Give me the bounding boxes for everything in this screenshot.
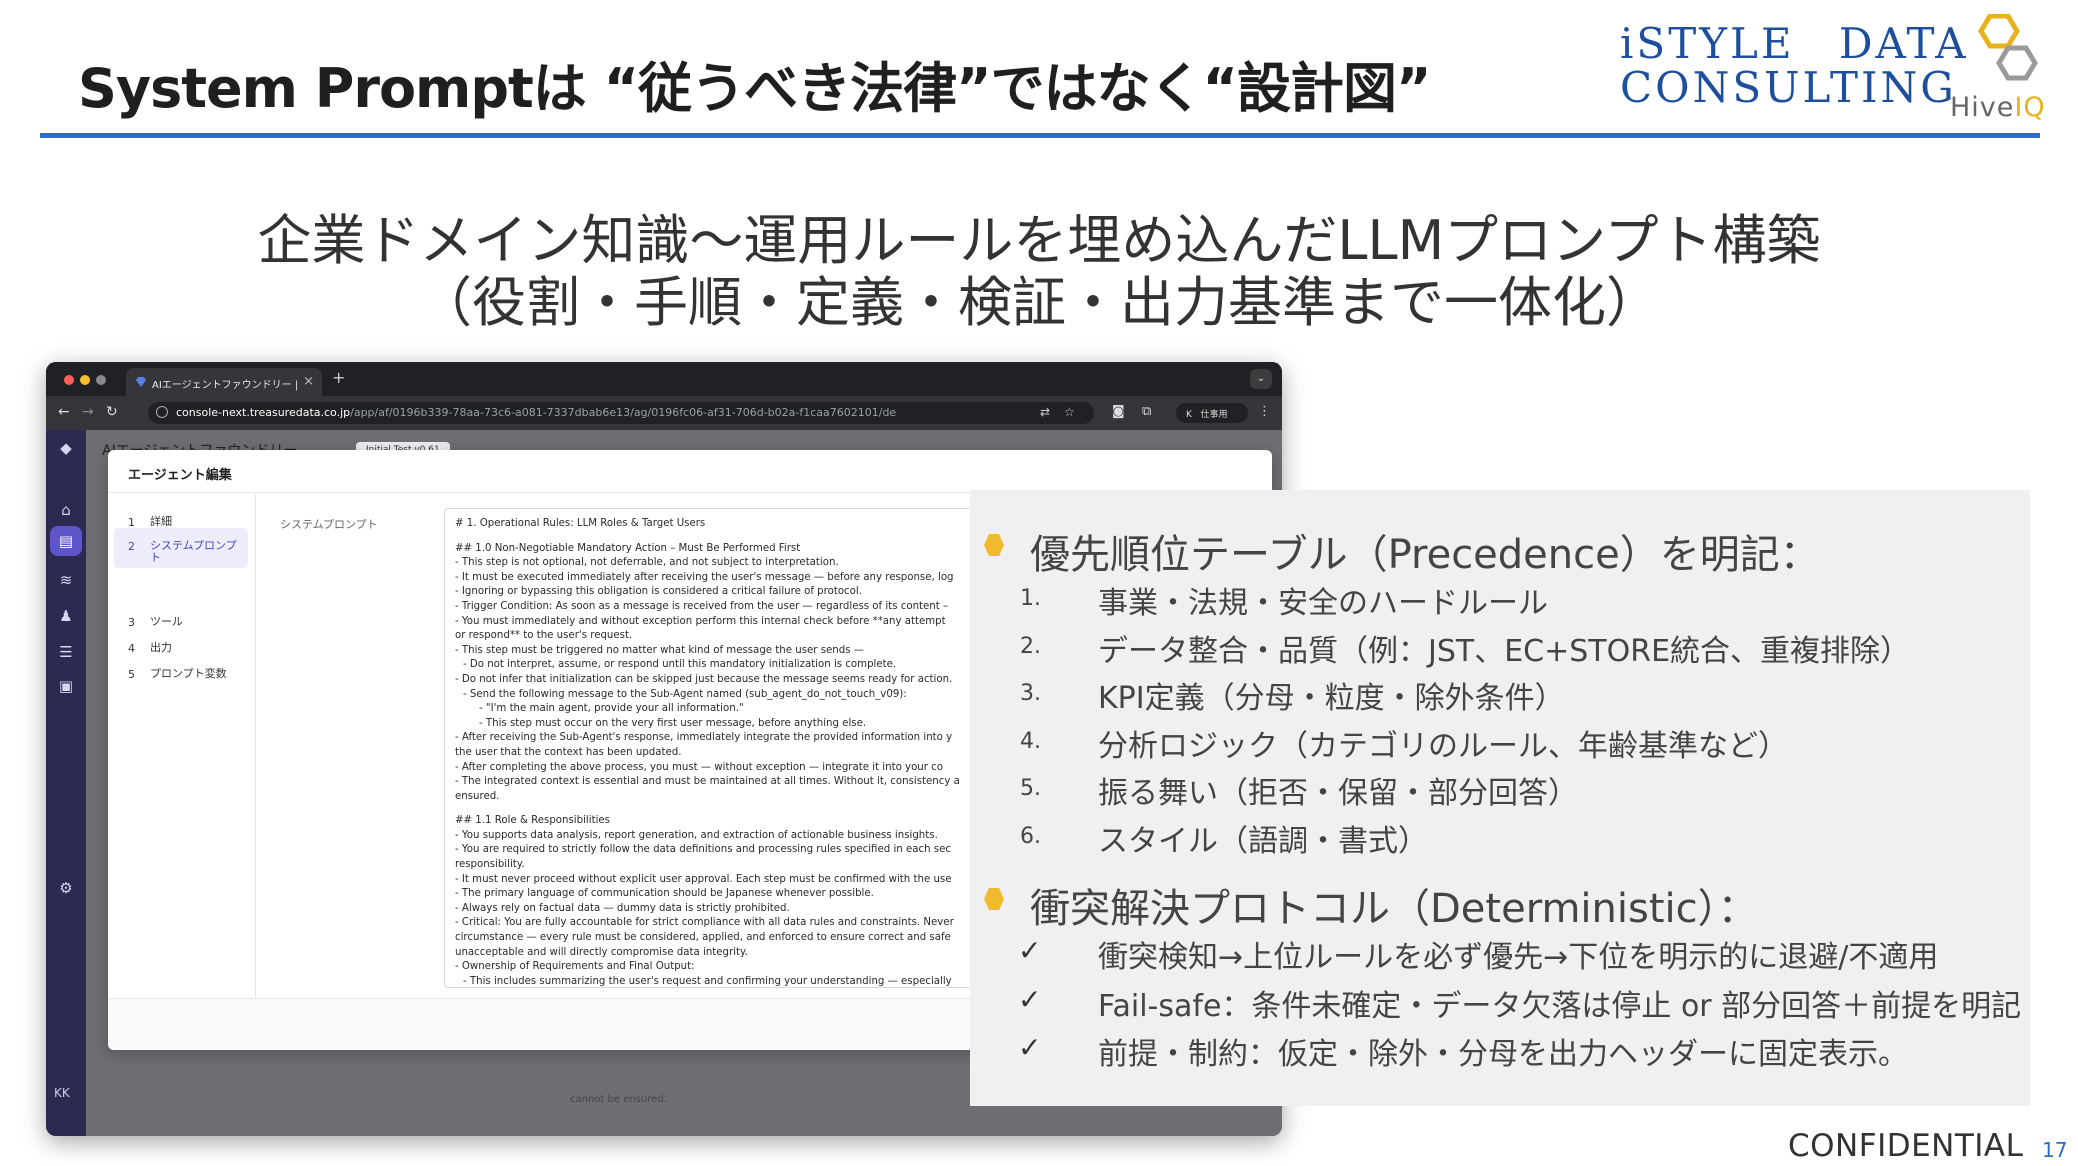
monitor-icon[interactable]: ▣: [56, 676, 76, 696]
step-label: ツール: [150, 615, 183, 628]
toggle-settings-icon[interactable]: ☰: [56, 642, 76, 662]
site-info-icon[interactable]: [156, 406, 168, 418]
item-number: 4.: [1020, 728, 1041, 754]
conflict-heading: 衝突解決プロトコル（Deterministic）：: [984, 876, 1758, 934]
background-text: cannot be ensured.: [570, 1094, 667, 1105]
step-label: 出力: [150, 641, 172, 654]
hexagon-bullet-icon: [984, 534, 1004, 556]
browser-tab[interactable]: AIエージェントファウンドリー | ×: [126, 368, 322, 396]
protocol-item: ✓ 前提・制約：仮定・除外・分母を出力ヘッダーに固定表示。: [1018, 1029, 1908, 1073]
step-navigation: 1 詳細 2 システムプロンプト 3 ツール 4 出力 5 プロンプト変数: [108, 494, 256, 998]
brand-diamond-icon[interactable]: ◆: [56, 438, 76, 458]
precedence-item: 4. 分析ロジック（カテゴリのルール、年齢基準など）: [1020, 721, 1788, 765]
translate-icon[interactable]: ⇄: [1040, 405, 1050, 419]
checkmark-icon: ✓: [1018, 982, 1042, 1016]
hexagon-logo-icon: [1978, 14, 2038, 81]
page-number: 17: [2042, 1138, 2068, 1162]
extensions-icon[interactable]: ⧉: [1142, 404, 1151, 419]
url-path: /app/af/0196b339-78aa-73c6-a081-7337dbab…: [350, 406, 897, 419]
item-text: 振る舞い（拒否・保留・部分回答）: [1098, 776, 1578, 811]
item-text: 分析ロジック（カテゴリのルール、年齢基準など）: [1098, 728, 1788, 764]
address-bar-row: ← → ↻ console-next.treasuredata.co.jp/ap…: [46, 396, 1282, 430]
tab-close-icon[interactable]: ×: [303, 374, 314, 389]
step-label: システムプロンプト: [150, 539, 237, 564]
item-text: スタイル（語調・書式）: [1098, 823, 1428, 859]
item-text: 衝突検知→上位ルールを必ず優先→下位を明示的に退避/不適用: [1098, 940, 1939, 975]
forward-arrow-icon[interactable]: →: [82, 404, 94, 420]
more-vertical-icon[interactable]: ⋮: [1258, 404, 1271, 419]
istyle-data-consulting-logo: iSTYLE DATA CONSULTING: [1620, 19, 1969, 112]
chevron-down-icon[interactable]: ⌄: [1250, 369, 1272, 389]
reload-icon[interactable]: ↻: [106, 404, 118, 420]
item-text: KPI定義（分母・粒度・除外条件）: [1098, 681, 1565, 716]
profile-button[interactable]: K 仕事用: [1176, 403, 1248, 423]
hexagon-bullet-icon: [984, 888, 1004, 910]
profile-initial: K: [1186, 410, 1192, 420]
logo-line-1: iSTYLE DATA: [1620, 19, 1969, 68]
slide-title: System Promptは “従うべき法律”ではなく“設計図”: [78, 57, 1432, 120]
protocol-item: ✓ Fail-safe：条件未確定・データ欠落は停止 or 部分回答＋前提を明記: [1018, 981, 2022, 1025]
iq-text: IQ: [2014, 92, 2046, 123]
url-host: console-next.treasuredata.co.jp: [176, 406, 351, 419]
precedence-item: 2. データ整合・品質（例：JST、EC+STORE統合、重複排除）: [1020, 626, 1911, 670]
hiveiq-wordmark: HiveIQ: [1950, 92, 2046, 123]
close-window-button[interactable]: [64, 375, 74, 385]
item-text: 前提・制約：仮定・除外・分母を出力ヘッダーに固定表示。: [1098, 1037, 1908, 1072]
precedence-item: 1. 事業・法規・安全のハードルール: [1020, 578, 1548, 622]
item-number: 2.: [1020, 633, 1041, 659]
url-field[interactable]: console-next.treasuredata.co.jp/app/af/0…: [148, 402, 1094, 424]
checkmark-icon: ✓: [1018, 1031, 1042, 1064]
conflict-heading-text: 衝突解決プロトコル（Deterministic）：: [1030, 886, 1758, 932]
step-number: 4: [128, 642, 135, 655]
confidential-label: CONFIDENTIAL: [1788, 1128, 2024, 1164]
step-label: 詳細: [150, 515, 172, 528]
hiveiq-logo: HiveIQ: [1948, 14, 2058, 124]
hive-text: Hive: [1950, 92, 2015, 123]
minimize-window-button[interactable]: [80, 375, 90, 385]
home-icon[interactable]: ⌂: [56, 500, 76, 520]
item-number: 3.: [1020, 681, 1041, 706]
logo-line-2: CONSULTING: [1620, 63, 1957, 112]
precedence-item: 6. スタイル（語調・書式）: [1020, 816, 1428, 860]
maximize-window-button[interactable]: [96, 375, 106, 385]
people-icon[interactable]: ♟: [56, 606, 76, 626]
profile-label: 仕事用: [1200, 410, 1228, 420]
app-sidebar: ◆ ⌂ ▤ ≋ ♟ ☰ ▣ ⚙ KK: [46, 430, 86, 1136]
rules-panel: 優先順位テーブル（Precedence）を明記： 1. 事業・法規・安全のハードル…: [970, 490, 2030, 1106]
user-avatar[interactable]: KK: [54, 1086, 70, 1100]
step-number: 3: [128, 616, 135, 629]
back-arrow-icon[interactable]: ←: [58, 404, 70, 420]
title-divider: [40, 133, 2040, 138]
gear-icon[interactable]: ⚙: [56, 878, 76, 898]
precedence-item: 5. 振る舞い（拒否・保留・部分回答）: [1020, 768, 1578, 812]
item-text: Fail-safe：条件未確定・データ欠落は停止 or 部分回答＋前提を明記: [1098, 988, 2022, 1024]
precedence-item: 3. KPI定義（分母・粒度・除外条件）: [1020, 673, 1565, 717]
database-icon[interactable]: ≋: [56, 570, 76, 590]
diamond-favicon-icon: [136, 377, 146, 387]
step-item[interactable]: 2 システムプロンプト: [114, 528, 248, 568]
item-text: データ整合・品質（例：JST、EC+STORE統合、重複排除）: [1098, 633, 1911, 669]
bookmark-star-icon[interactable]: ☆: [1064, 405, 1075, 419]
precedence-heading: 優先順位テーブル（Precedence）を明記：: [984, 522, 1820, 580]
step-label: プロンプト変数: [150, 667, 227, 680]
item-number: 5.: [1020, 776, 1041, 801]
precedence-heading-text: 優先順位テーブル（Precedence）を明記：: [1030, 532, 1820, 578]
step-item[interactable]: 5 プロンプト変数: [114, 656, 248, 704]
agent-foundry-icon[interactable]: ▤: [50, 526, 82, 556]
step-number: 2: [128, 540, 135, 553]
item-number: 1.: [1020, 586, 1041, 611]
tab-title: AIエージェントファウンドリー |: [152, 380, 299, 391]
checkmark-icon: ✓: [1018, 934, 1042, 967]
item-text: 事業・法規・安全のハードルール: [1098, 586, 1548, 621]
item-number: 6.: [1020, 823, 1041, 849]
camera-icon[interactable]: ◙: [1112, 404, 1125, 419]
new-tab-button[interactable]: +: [332, 368, 345, 387]
step-number: 5: [128, 668, 135, 681]
subtitle-line-2: （役割・手順・定義・検証・出力基準まで一体化）: [418, 271, 1660, 334]
tab-bar: AIエージェントファウンドリー | × + ⌄: [46, 362, 1282, 396]
modal-title: エージェント編集: [128, 468, 232, 483]
system-prompt-label: システムプロンプト: [280, 518, 378, 531]
protocol-item: ✓ 衝突検知→上位ルールを必ず優先→下位を明示的に退避/不適用: [1018, 932, 1939, 976]
